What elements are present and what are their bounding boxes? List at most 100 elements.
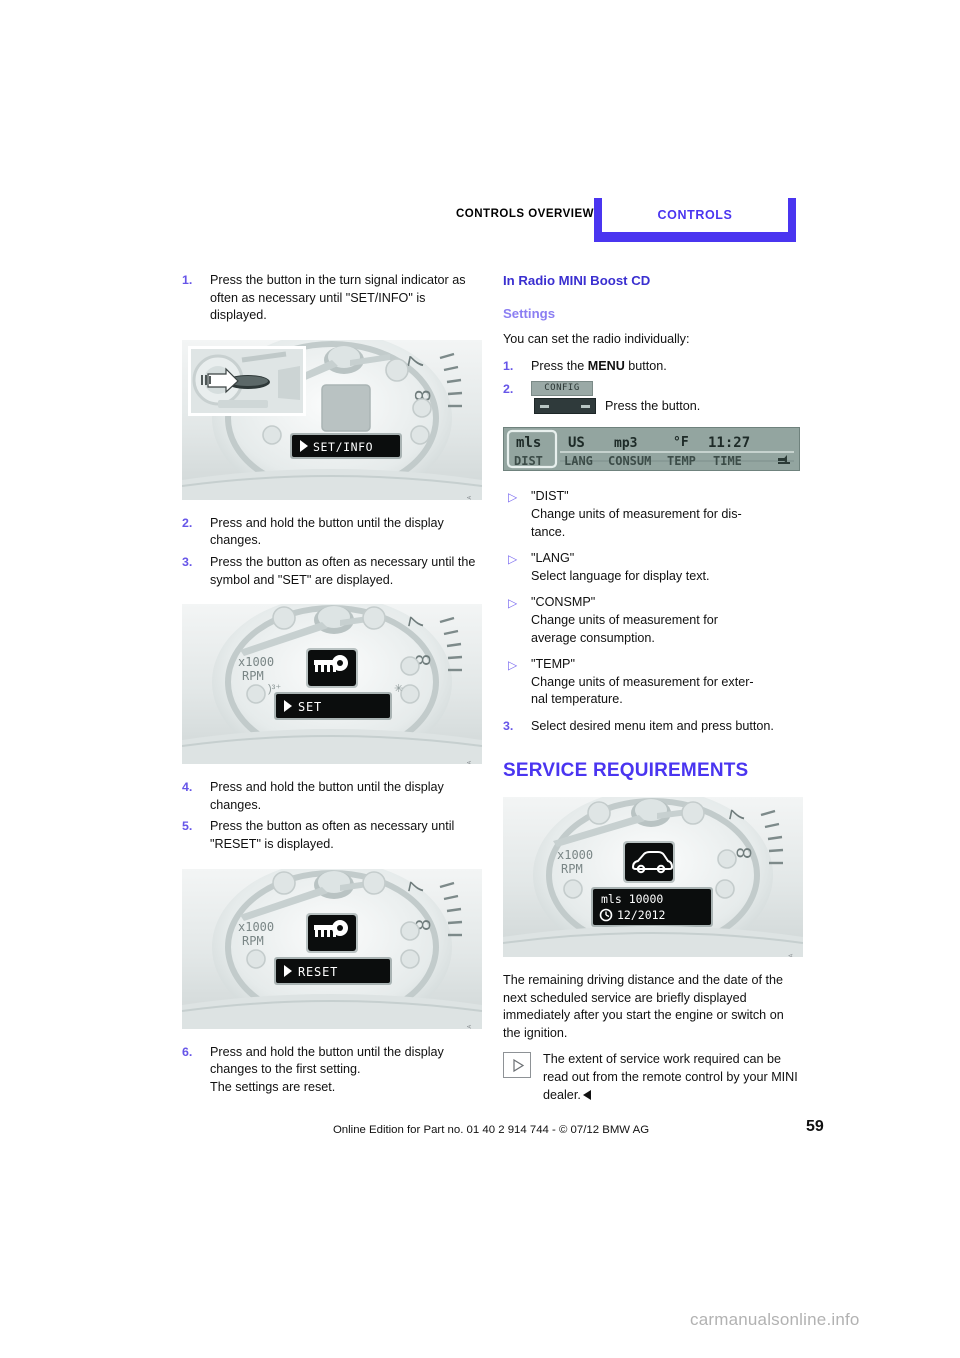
radio-lcd-display: mls US mp3 °F 11:27 DIST LANG CONSUM TEM…	[503, 427, 800, 472]
steps-group-d: 6. Press and hold the button until the d…	[182, 1044, 482, 1097]
gauge-label-rpm: RPM	[561, 862, 583, 876]
gauge-label-x1000: x1000	[238, 655, 274, 669]
config-chip-label: CONFIG	[531, 381, 593, 397]
list-text: Press the button.	[605, 399, 701, 414]
gauge-label-x1000: x1000	[238, 920, 274, 934]
triangle-bullet-icon: ▷	[508, 552, 518, 567]
right-column: In Radio MINI Boost CD Settings You can …	[503, 272, 803, 1104]
service-date-value: 12/2012	[617, 908, 665, 922]
heading-radio-mini-boost: In Radio MINI Boost CD	[503, 273, 651, 288]
list-text: Press the button as often as necessary u…	[210, 819, 455, 851]
list-item: 2. Press and hold the button until the d…	[182, 515, 482, 550]
steps-group-b: 2. Press and hold the button until the d…	[182, 515, 482, 589]
list-number: 3.	[503, 718, 514, 733]
gauge-label-x1000: x1000	[557, 848, 593, 862]
service-distance-value: mls 10000	[601, 892, 663, 906]
lcd-value-dist: mls	[516, 435, 541, 451]
triangle-note-icon	[503, 1052, 531, 1079]
list-item: ▷ "CONSMP" Change units of measurement f…	[503, 594, 803, 647]
option-term: "CONSMP"	[531, 595, 596, 610]
option-term: "TEMP"	[531, 657, 575, 672]
lcd-label-dist: DIST	[514, 454, 543, 468]
settings-intro: You can set the radio individually:	[503, 332, 690, 347]
cluster-display-text: SET	[298, 700, 322, 714]
figure-credit: MD0071XAA	[462, 760, 480, 764]
option-desc: Change units of measurement for average …	[531, 612, 718, 645]
lcd-label-lang: LANG	[564, 454, 593, 468]
service-note: The extent of service work required can …	[503, 1051, 803, 1104]
figure-reset: 7 8 x1000 RPM RESET	[182, 868, 482, 1029]
lcd-value-temp: °F	[673, 435, 689, 450]
option-desc: Change units of measurement for exter- n…	[531, 674, 754, 707]
list-text: Press and hold the button until the disp…	[210, 515, 444, 548]
list-item: 1. Press the MENU button.	[503, 358, 803, 376]
list-item: 5. Press the button as often as necessar…	[182, 818, 482, 853]
lcd-label-time: TIME	[713, 454, 742, 468]
lcd-value-lang: US	[568, 435, 585, 451]
option-desc: Change units of measurement for dis- tan…	[531, 506, 742, 539]
service-body-text: The remaining driving distance and the d…	[503, 973, 784, 1040]
header-section-label: CONTROLS OVERVIEW	[456, 208, 594, 220]
config-button-graphic: CONFIG Press the button.	[531, 381, 803, 421]
list-number: 4.	[182, 780, 193, 795]
list-text: Press the button in the turn signal indi…	[210, 273, 466, 323]
cluster-display-text: RESET	[298, 965, 338, 979]
lcd-label-consum: CONSUM	[608, 454, 651, 468]
list-text: Press the button as often as necessary u…	[210, 554, 476, 587]
cluster-display-text: SET/INFO	[313, 440, 373, 454]
list-text: Press and hold the button until the disp…	[210, 1044, 444, 1094]
settings-step-3: 3. Select desired menu item and press bu…	[503, 718, 803, 736]
heading-settings: Settings	[503, 305, 556, 321]
list-number: 1.	[503, 358, 514, 373]
list-text-pre: Press the	[531, 358, 588, 373]
instrument-cluster-illustration: 7 8 x1000 RPM )³⁺ ✳ SET	[182, 604, 482, 765]
lcd-value-time: 11:27	[708, 435, 750, 451]
list-number: 1.	[182, 273, 193, 287]
triangle-bullet-icon: ▷	[508, 658, 518, 673]
dash-right-icon	[581, 404, 590, 408]
instrument-cluster-illustration: 7 8 SET/INFO	[182, 339, 482, 500]
option-term: "LANG"	[531, 551, 575, 566]
settings-options-list: ▷ "DIST" Change units of measurement for…	[503, 488, 803, 709]
steps-group-c: 4. Press and hold the button until the d…	[182, 779, 482, 853]
list-text: Press and hold the button until the disp…	[210, 780, 444, 812]
list-item: 3. Select desired menu item and press bu…	[503, 718, 803, 736]
option-desc: Select language for display text.	[531, 568, 710, 583]
figure-credit: MD0070TXAA	[783, 953, 801, 957]
header-chapter-tab: CONTROLS	[594, 198, 796, 242]
figure-service-display: 7 8 x1000 RPM mls 10000 12/2012	[503, 797, 803, 958]
option-term: "DIST"	[531, 489, 569, 504]
note-end-marker-icon	[582, 1089, 591, 1100]
service-note-text: The extent of service work required can …	[543, 1052, 798, 1102]
list-number: 5.	[182, 819, 193, 834]
menu-button-label: MENU	[587, 358, 625, 373]
dash-left-icon	[540, 404, 549, 408]
figure-credit: MD0070XAA	[462, 496, 480, 500]
figure-set: 7 8 x1000 RPM )³⁺ ✳ SET	[182, 604, 482, 765]
triangle-bullet-icon: ▷	[508, 490, 518, 505]
list-item: 6. Press and hold the button until the d…	[182, 1044, 482, 1097]
page-number: 59	[806, 1118, 824, 1135]
lcd-value-consum: mp3	[614, 436, 637, 451]
steps-group-a: 1. Press the button in the turn signal i…	[182, 272, 482, 325]
list-number: 3.	[182, 554, 193, 569]
triangle-bullet-icon: ▷	[508, 596, 518, 611]
running-header: CONTROLS OVERVIEW CONTROLS	[0, 198, 960, 250]
list-item: 1. Press the button in the turn signal i…	[182, 272, 482, 325]
radio-button-illustration	[534, 398, 596, 415]
instrument-cluster-illustration: 7 8 x1000 RPM	[182, 868, 482, 1029]
list-item: 4. Press and hold the button until the d…	[182, 779, 482, 814]
figure-setinfo: 7 8 SET/INFO	[182, 339, 482, 500]
lcd-label-temp: TEMP	[667, 454, 696, 468]
list-text-post: button.	[624, 358, 667, 373]
footer-edition-line: Online Edition for Part no. 01 40 2 914 …	[332, 1124, 650, 1136]
manual-page: CONTROLS OVERVIEW CONTROLS 1. Press the …	[0, 0, 960, 1358]
figure-credit: MD0072XAA	[462, 1025, 480, 1029]
svg-text:✳: ✳	[394, 683, 403, 695]
list-number: 2.	[182, 515, 193, 530]
list-text: Select desired menu item and press butto…	[531, 718, 774, 733]
left-column: 1. Press the button in the turn signal i…	[182, 272, 482, 1096]
page-title-service-requirements: SERVICE REQUIREMENTS	[503, 759, 749, 781]
list-number: 6.	[182, 1044, 193, 1059]
list-number: 2.	[503, 382, 514, 397]
